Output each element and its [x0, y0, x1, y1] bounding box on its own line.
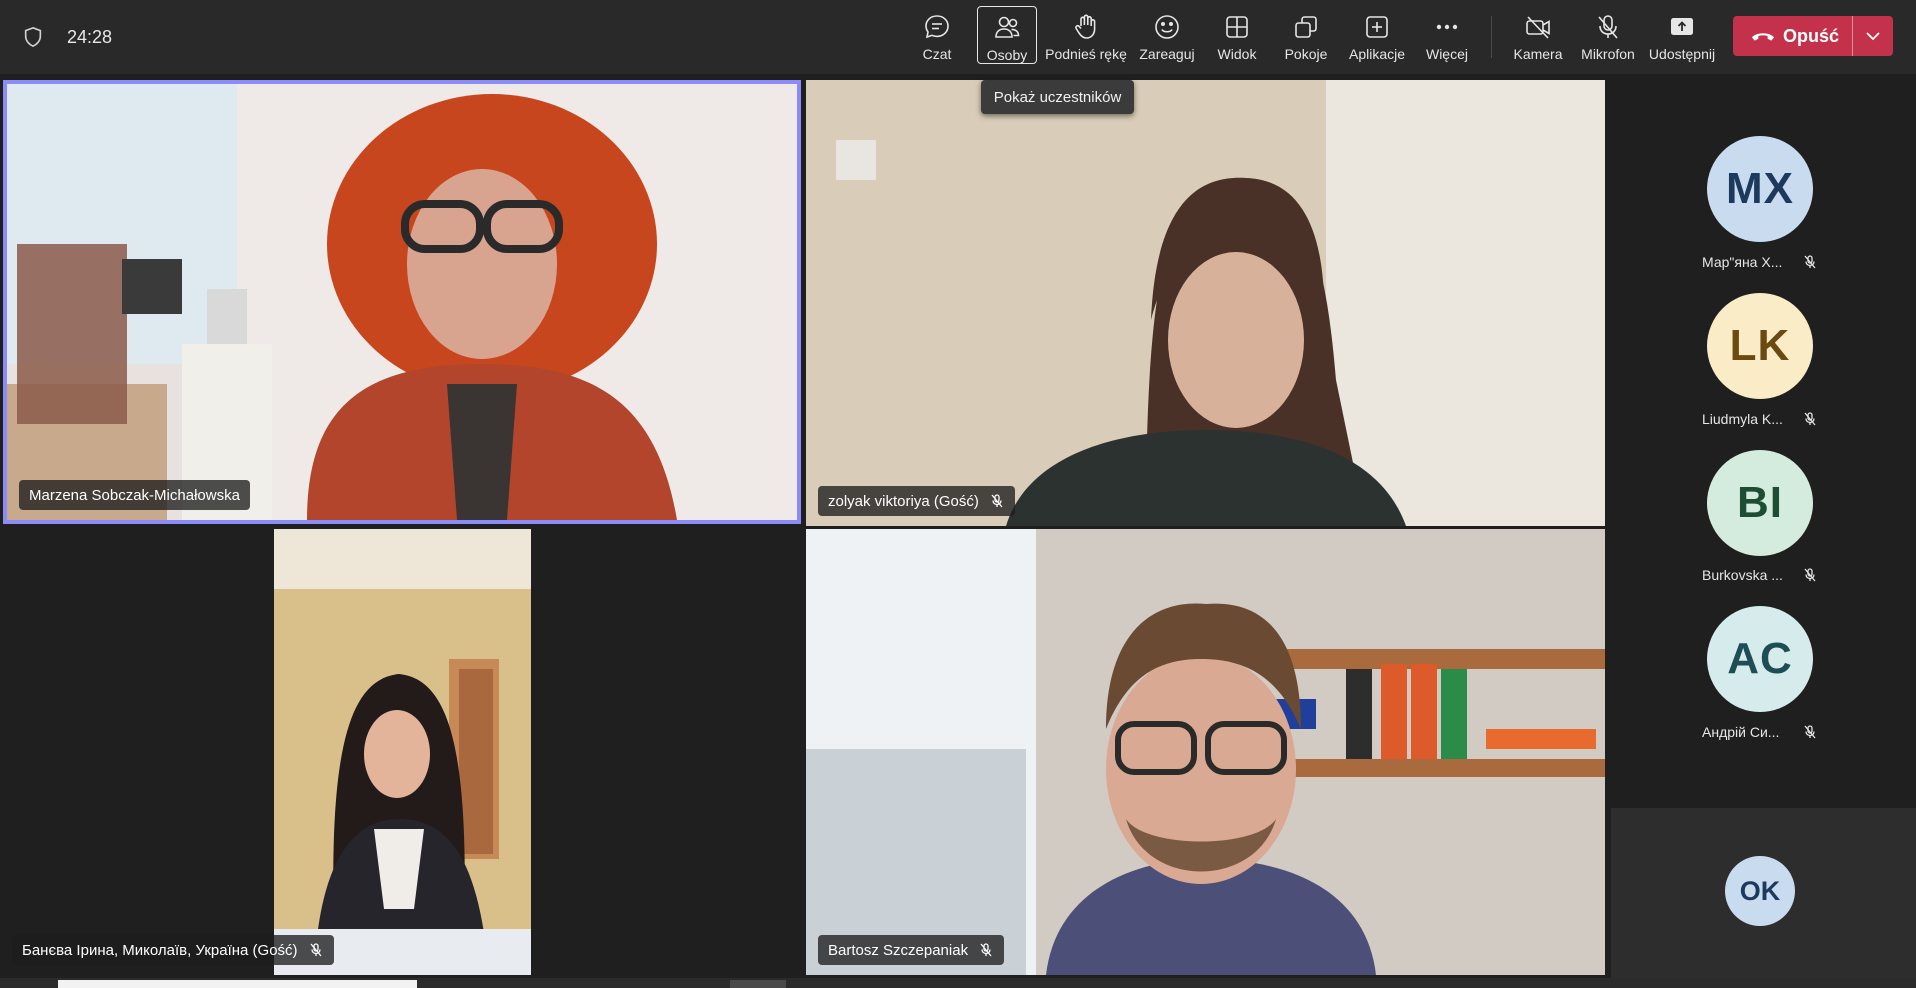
participant-name: Marzena Sobczak-Michałowska — [29, 486, 240, 504]
participant-video-frame — [274, 529, 531, 975]
people-icon — [995, 16, 1020, 38]
roster-participant-name: Liudmyla K... — [1702, 411, 1783, 427]
more-dots-icon — [1436, 24, 1458, 30]
share-label: Udostępnij — [1648, 46, 1716, 62]
roster-participant-name: Мар"яна Х... — [1702, 254, 1783, 270]
more-button[interactable]: Więcej — [1423, 6, 1471, 64]
avatar: OK — [1725, 856, 1795, 926]
view-grid-icon — [1226, 16, 1248, 38]
people-label: Osoby — [986, 47, 1028, 63]
participant-name: Bartosz Szczepaniak — [828, 941, 969, 959]
people-button[interactable]: Osoby — [977, 6, 1037, 64]
avatar[interactable]: AC — [1707, 606, 1813, 712]
leave-button[interactable]: Opuść — [1733, 16, 1852, 56]
apps-label: Aplikacje — [1348, 46, 1406, 62]
share-screen-icon — [1671, 18, 1693, 35]
chat-icon — [925, 15, 949, 39]
leave-options-button[interactable] — [1853, 16, 1893, 56]
react-label: Zareaguj — [1139, 46, 1195, 62]
share-button[interactable]: Udostępnij — [1649, 6, 1715, 64]
camera-button[interactable]: Kamera — [1513, 6, 1563, 64]
meeting-timer: 24:28 — [67, 27, 113, 47]
toolbar-divider — [1491, 16, 1492, 58]
more-label: Więcej — [1425, 46, 1468, 62]
microphone-label: Mikrofon — [1581, 46, 1635, 62]
mic-muted-icon — [310, 943, 322, 957]
shield-icon — [24, 26, 42, 48]
avatar-initials: AC — [1727, 634, 1793, 683]
roster-participant-name: Андрій Си... — [1702, 724, 1780, 740]
mic-muted-icon — [991, 494, 1003, 508]
avatar-initials: BI — [1737, 478, 1783, 527]
mic-off-icon — [1598, 15, 1618, 39]
reaction-smiley-icon — [1155, 15, 1179, 39]
view-button[interactable]: Widok — [1215, 6, 1259, 64]
mic-muted-icon — [1804, 255, 1816, 269]
participant-name-tag: Банєва Ірина, Миколаїв, Україна (Gość) — [12, 935, 334, 965]
rooms-label: Pokoje — [1284, 46, 1328, 62]
taskbar-search-box[interactable] — [58, 980, 417, 988]
mic-muted-icon — [980, 943, 992, 957]
chevron-down-icon — [1866, 32, 1880, 41]
video-tile-3[interactable]: Банєва Ірина, Миколаїв, Україна (Gość) — [0, 529, 803, 975]
video-tile-2[interactable]: zolyak viktoriya (Gość) — [806, 80, 1605, 526]
raise-hand-button[interactable]: Podnieś rękę — [1045, 6, 1127, 64]
avatar[interactable]: MX — [1707, 136, 1813, 242]
participant-name-tag: Bartosz Szczepaniak — [818, 935, 1005, 965]
camera-label: Kamera — [1513, 46, 1563, 62]
microphone-button[interactable]: Mikrofon — [1579, 6, 1637, 64]
view-label: Widok — [1217, 46, 1257, 62]
participant-video-frame — [806, 529, 1605, 975]
participant-video-frame — [806, 80, 1605, 526]
video-tile-1[interactable]: Marzena Sobczak-Michałowska — [3, 80, 801, 524]
participant-video-frame — [7, 84, 797, 520]
leave-meeting-control: Opuść — [1733, 16, 1893, 56]
avatar-initials: MX — [1726, 164, 1794, 213]
chat-button[interactable]: Czat — [917, 6, 957, 64]
avatar-initials: LK — [1729, 321, 1791, 370]
participant-name-tag: zolyak viktoriya (Gość) — [818, 486, 1015, 516]
react-button[interactable]: Zareaguj — [1139, 6, 1195, 64]
mic-muted-icon — [1804, 725, 1816, 739]
apps-add-icon — [1366, 16, 1388, 38]
avatar[interactable]: LK — [1707, 293, 1813, 399]
camera-off-icon — [1526, 16, 1550, 39]
avatar-initials: OK — [1739, 875, 1781, 906]
breakout-rooms-icon — [1295, 16, 1317, 38]
chat-label: Czat — [922, 46, 952, 62]
video-tile-4[interactable]: Bartosz Szczepaniak — [806, 529, 1605, 975]
meeting-top-bar: 24:28 Czat Osoby Podnieś rękę Zareaguj W… — [0, 0, 1916, 74]
people-tooltip: Pokaż uczestników — [981, 80, 1134, 114]
apps-button[interactable]: Aplikacje — [1346, 6, 1408, 64]
taskbar-item[interactable] — [730, 980, 786, 988]
leave-label: Opuść — [1783, 25, 1840, 46]
raise-hand-label: Podnieś rękę — [1045, 46, 1127, 62]
roster-participant-name: Burkovska ... — [1702, 567, 1783, 583]
rooms-button[interactable]: Pokoje — [1284, 6, 1328, 64]
mic-muted-icon — [1804, 568, 1816, 582]
mic-muted-icon — [1804, 412, 1816, 426]
avatar[interactable]: BI — [1707, 450, 1813, 556]
raise-hand-icon — [1075, 14, 1096, 39]
participant-name: Банєва Ірина, Миколаїв, Україна (Gość) — [22, 941, 298, 959]
participant-name: zolyak viktoriya (Gość) — [828, 492, 979, 510]
participant-name-tag: Marzena Sobczak-Michałowska — [19, 480, 250, 510]
hang-up-phone-icon — [1751, 32, 1775, 41]
